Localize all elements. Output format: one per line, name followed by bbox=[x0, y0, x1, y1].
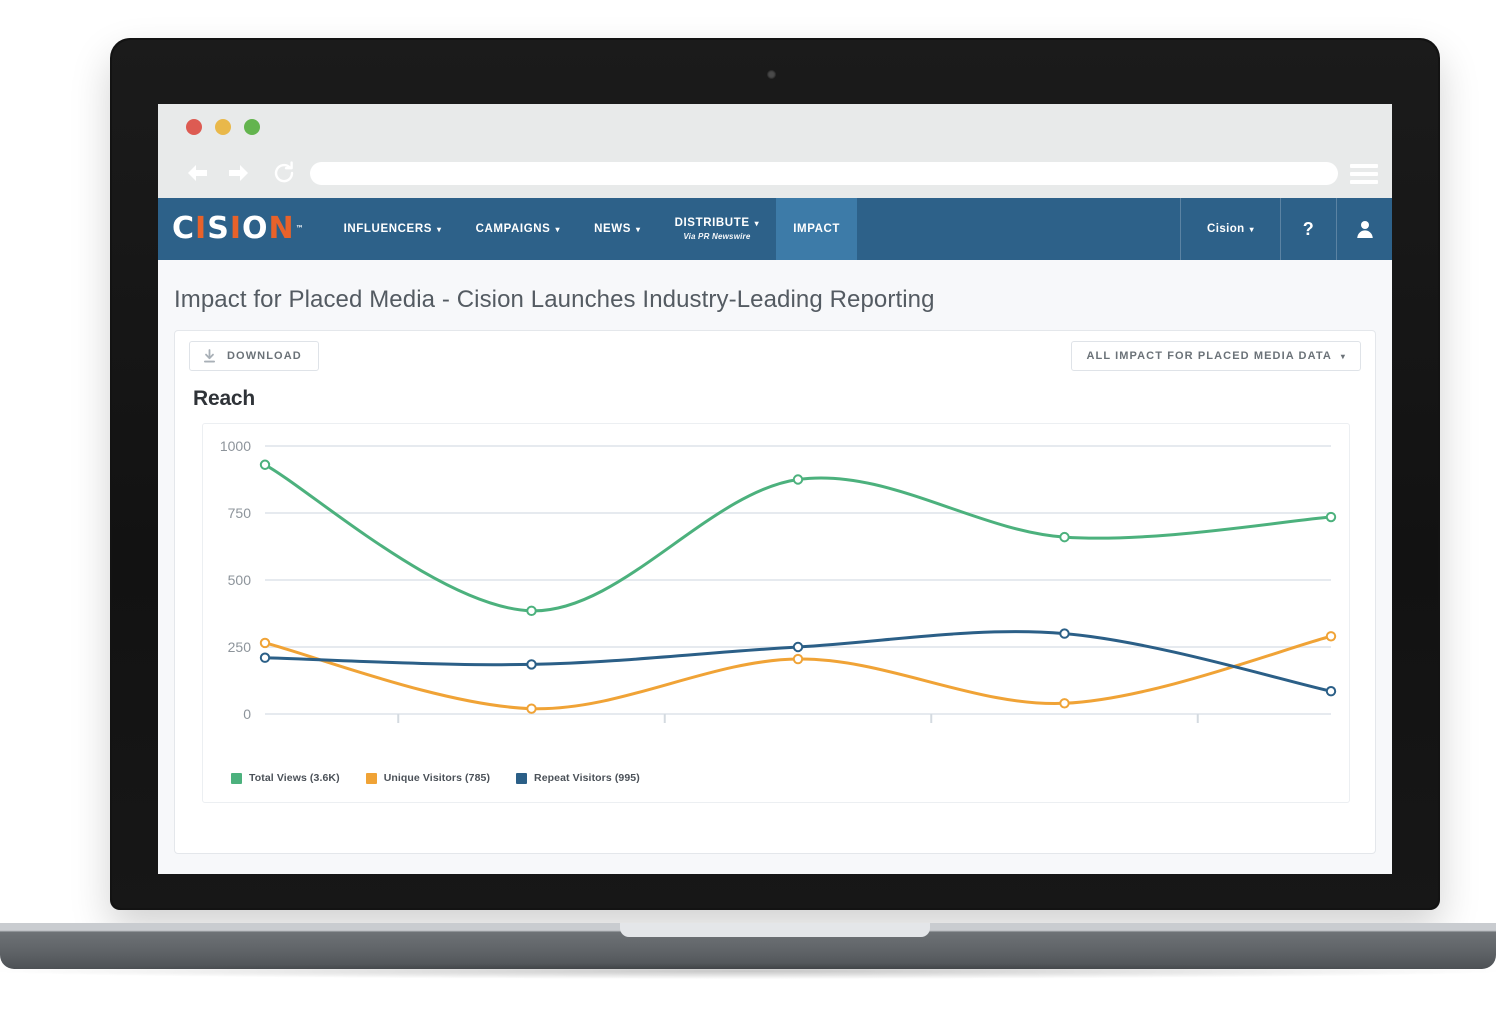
chart-data-point[interactable] bbox=[526, 605, 537, 617]
download-label: DOWNLOAD bbox=[227, 350, 302, 362]
trademark-mark: ™ bbox=[295, 224, 305, 233]
y-axis-tick-label: 750 bbox=[228, 505, 252, 521]
nav-sublabel-distribute: Via PR Newswire bbox=[683, 232, 751, 241]
account-label: Cision bbox=[1207, 223, 1245, 235]
nav-item-distribute[interactable]: DISTRIBUTE ▾ Via PR Newswire bbox=[658, 198, 777, 260]
chevron-down-icon: ▾ bbox=[437, 225, 442, 234]
y-axis-tick-label: 250 bbox=[228, 639, 252, 655]
back-arrow-icon[interactable] bbox=[182, 158, 212, 188]
nav-label-campaigns: CAMPAIGNS bbox=[475, 223, 551, 235]
reach-chart: 0 250 500 750 1000 Total Views (3.6K) Unique … bbox=[202, 423, 1350, 803]
screen: C I S I O N ™ INFLUENCERS ▾ CAMPAIGNS ▾ NEWS ▾ DI… bbox=[158, 104, 1392, 874]
window-traffic-lights bbox=[186, 119, 260, 135]
hamburger-menu-icon[interactable] bbox=[1350, 164, 1378, 184]
chart-legend: Total Views (3.6K) Unique Visitors (785) R… bbox=[231, 772, 640, 784]
legend-swatch-icon bbox=[516, 772, 528, 784]
nav-label-news: NEWS bbox=[594, 223, 631, 235]
chevron-down-icon: ▾ bbox=[555, 225, 561, 234]
chart-data-point[interactable] bbox=[1059, 698, 1070, 709]
chart-data-point[interactable] bbox=[792, 641, 804, 653]
chevron-down-icon: ▾ bbox=[635, 225, 641, 234]
chart-data-point[interactable] bbox=[259, 652, 271, 663]
minimize-window-icon[interactable] bbox=[215, 119, 231, 135]
card-toolbar: DOWNLOAD ALL IMPACT FOR PLACED MEDIA DAT… bbox=[175, 331, 1375, 383]
download-icon bbox=[202, 348, 217, 364]
chart-data-point[interactable] bbox=[526, 659, 537, 670]
chevron-down-icon: ▾ bbox=[1249, 224, 1254, 234]
laptop-base-notch bbox=[620, 923, 930, 937]
download-button[interactable]: DOWNLOAD bbox=[189, 341, 319, 371]
legend-label: Unique Visitors (785) bbox=[383, 772, 491, 784]
chart-data-point[interactable] bbox=[1059, 531, 1070, 543]
reload-icon[interactable] bbox=[270, 159, 298, 187]
nav-label-distribute: DISTRIBUTE bbox=[674, 217, 750, 229]
url-input[interactable] bbox=[310, 162, 1338, 185]
browser-chrome bbox=[158, 104, 1392, 198]
report-card: DOWNLOAD ALL IMPACT FOR PLACED MEDIA DAT… bbox=[174, 330, 1376, 854]
laptop-shadow bbox=[0, 963, 1496, 979]
data-filter-label: ALL IMPACT FOR PLACED MEDIA DATA bbox=[1086, 350, 1332, 362]
data-filter-dropdown[interactable]: ALL IMPACT FOR PLACED MEDIA DATA ▾ bbox=[1071, 341, 1361, 371]
chart-data-point[interactable] bbox=[1325, 631, 1337, 642]
chart-data-point[interactable] bbox=[792, 474, 804, 485]
nav-label-influencers: INFLUENCERS bbox=[343, 223, 432, 235]
cision-logo[interactable]: C I S I O N ™ bbox=[158, 198, 327, 260]
forward-arrow-icon[interactable] bbox=[224, 158, 254, 188]
nav-item-campaigns[interactable]: CAMPAIGNS ▾ bbox=[459, 198, 577, 260]
nav-item-influencers[interactable]: INFLUENCERS ▾ bbox=[327, 198, 459, 260]
close-window-icon[interactable] bbox=[186, 119, 202, 135]
chart-data-point[interactable] bbox=[259, 637, 271, 649]
legend-item-1[interactable]: Unique Visitors (785) bbox=[365, 772, 491, 784]
y-axis-tick-label: 0 bbox=[243, 706, 251, 722]
page-body: Impact for Placed Media - Cision Launche… bbox=[158, 260, 1392, 874]
chart-data-point[interactable] bbox=[1325, 686, 1337, 697]
chart-data-point[interactable] bbox=[526, 703, 537, 714]
user-avatar-icon[interactable] bbox=[1336, 198, 1392, 260]
reach-line-chart: 0 250 500 750 1000 bbox=[220, 438, 1337, 723]
chevron-down-icon: ▾ bbox=[1340, 351, 1346, 361]
page-title: Impact for Placed Media - Cision Launche… bbox=[174, 286, 935, 313]
chart-line-0 bbox=[263, 463, 1333, 613]
help-label: ? bbox=[1302, 218, 1315, 239]
legend-item-0[interactable]: Total Views (3.6K) bbox=[231, 772, 340, 784]
browser-toolbar bbox=[158, 150, 1392, 198]
legend-item-2[interactable]: Repeat Visitors (995) bbox=[516, 772, 640, 784]
legend-label: Repeat Visitors (995) bbox=[534, 772, 640, 784]
legend-swatch-icon bbox=[365, 772, 377, 784]
chevron-down-icon: ▾ bbox=[754, 219, 760, 228]
chart-data-point[interactable] bbox=[1059, 628, 1070, 639]
y-axis-tick-label: 500 bbox=[228, 572, 252, 588]
app-navbar: C I S I O N ™ INFLUENCERS ▾ CAMPAIGNS ▾ NEWS ▾ DI… bbox=[158, 198, 1392, 260]
nav-item-news[interactable]: NEWS ▾ bbox=[577, 198, 658, 260]
nav-item-impact[interactable]: IMPACT bbox=[776, 198, 858, 260]
section-title-reach: Reach bbox=[193, 387, 256, 410]
webcam-icon bbox=[767, 70, 776, 79]
chart-data-point[interactable] bbox=[259, 459, 271, 470]
chart-data-point[interactable] bbox=[792, 653, 804, 665]
legend-swatch-icon bbox=[231, 772, 242, 784]
account-menu[interactable]: Cision ▾ bbox=[1180, 198, 1280, 260]
legend-label: Total Views (3.6K) bbox=[249, 772, 340, 784]
help-button[interactable]: ? bbox=[1280, 198, 1336, 260]
chart-data-point[interactable] bbox=[1325, 511, 1337, 523]
nav-label-impact: IMPACT bbox=[793, 223, 841, 235]
laptop-mockup: C I S I O N ™ INFLUENCERS ▾ CAMPAIGNS ▾ NEWS ▾ DI… bbox=[0, 0, 1496, 1032]
zoom-window-icon[interactable] bbox=[244, 119, 260, 135]
y-axis-tick-label: 1000 bbox=[220, 438, 251, 454]
